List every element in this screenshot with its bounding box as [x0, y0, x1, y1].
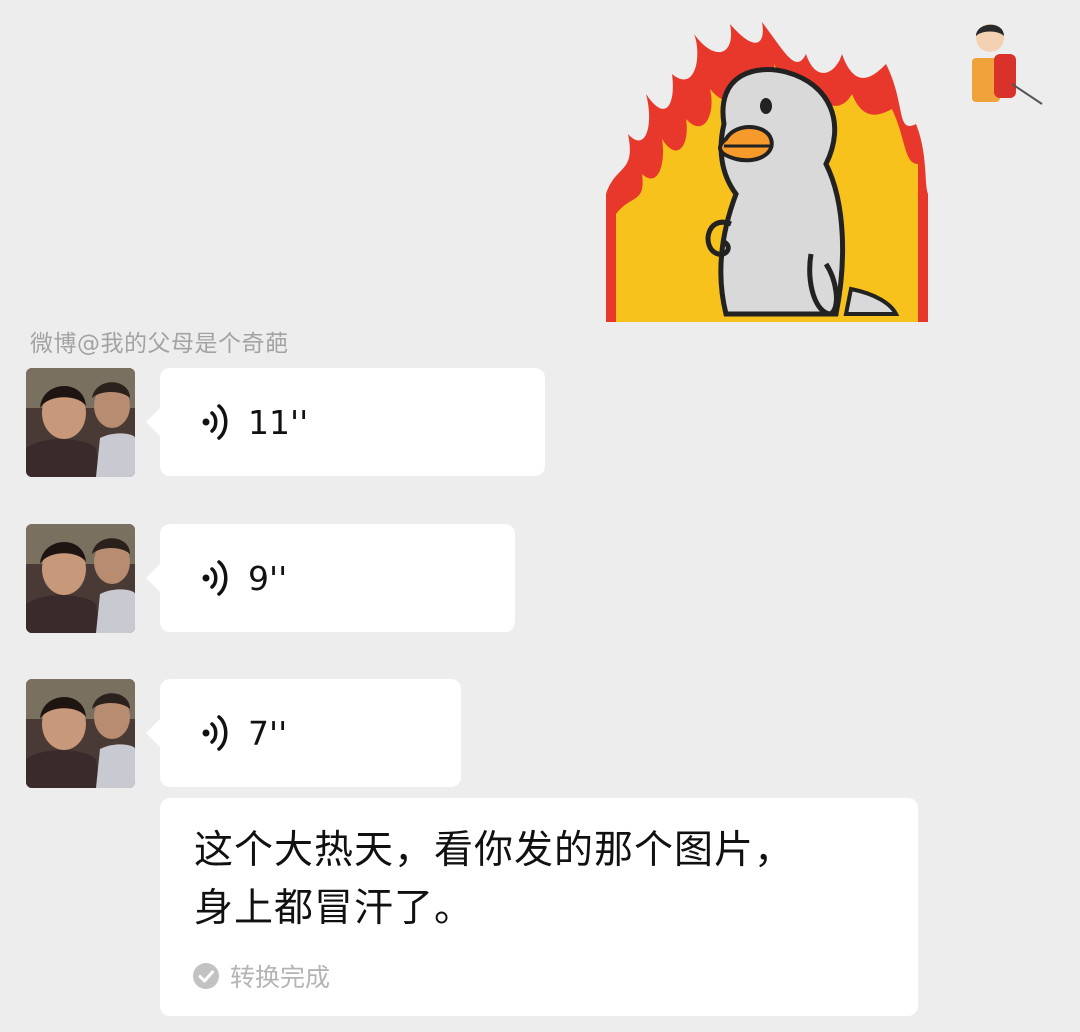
- avatar[interactable]: [26, 679, 135, 788]
- voice-duration: 11'': [248, 402, 309, 442]
- transcript-status: 转换完成: [192, 958, 330, 994]
- voice-wave-icon: [202, 404, 228, 440]
- voice-wave-icon: [202, 560, 228, 596]
- transcript-text: 这个大热天，看你发的那个图片， 身上都冒汗了。: [194, 822, 894, 938]
- avatar[interactable]: [26, 368, 135, 477]
- voice-message[interactable]: 9'': [146, 524, 515, 632]
- voice-transcript[interactable]: 这个大热天，看你发的那个图片， 身上都冒汗了。 转换完成: [160, 798, 918, 1016]
- transcript-line: 这个大热天，看你发的那个图片，: [194, 828, 795, 873]
- voice-message[interactable]: 7'': [146, 679, 461, 787]
- transcript-status-label: 转换完成: [230, 963, 331, 992]
- avatar[interactable]: [26, 524, 135, 633]
- check-circle-icon: [193, 963, 219, 989]
- voice-duration: 9'': [248, 558, 288, 598]
- my-avatar[interactable]: [962, 14, 1048, 114]
- voice-duration: 7'': [248, 713, 288, 753]
- transcript-line: 身上都冒汗了。: [194, 886, 475, 931]
- voice-message[interactable]: 11'': [146, 368, 545, 476]
- watermark-text: 微博@我的父母是个奇葩: [30, 331, 289, 357]
- voice-wave-icon: [202, 715, 228, 751]
- duck-fire-sticker[interactable]: [606, 14, 928, 322]
